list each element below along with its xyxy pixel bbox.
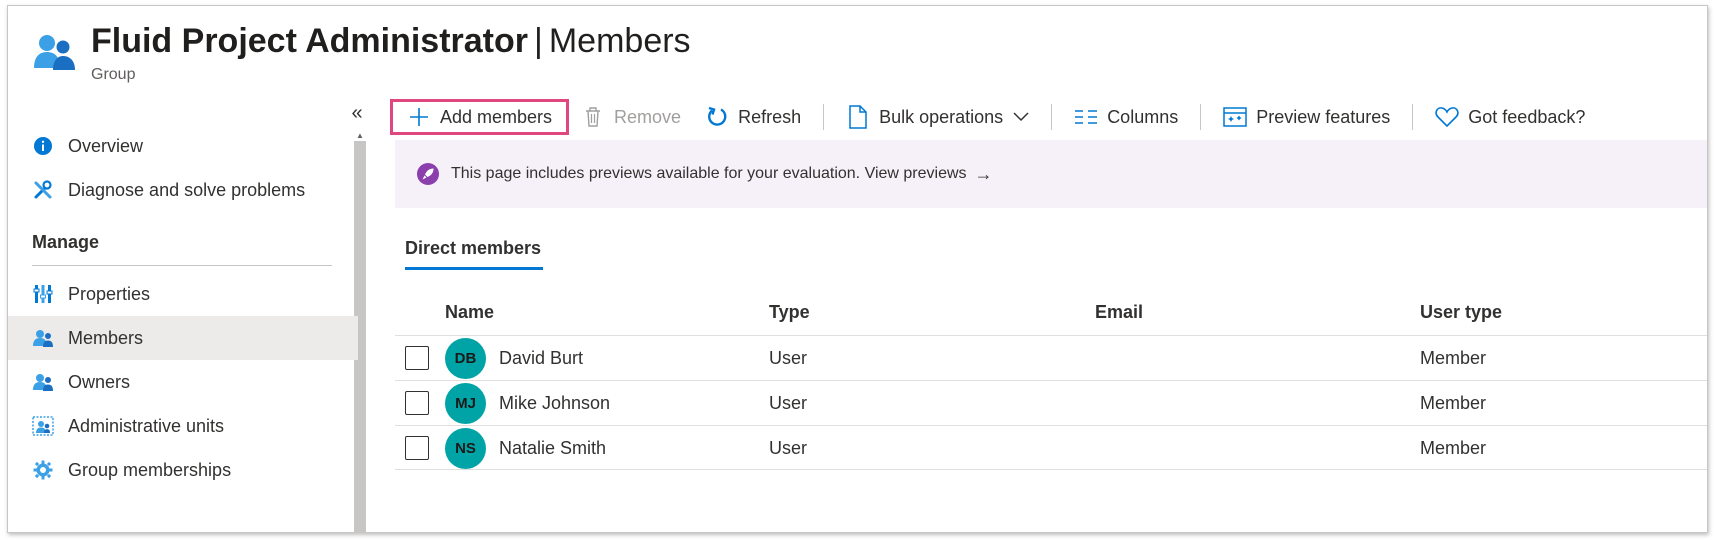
member-name[interactable]: David Burt: [499, 348, 583, 369]
member-user-type: Member: [1420, 438, 1487, 458]
sidebar-item-properties[interactable]: Properties: [8, 272, 358, 316]
tab-direct-members[interactable]: Direct members: [405, 238, 541, 259]
sidebar-item-label: Properties: [68, 283, 151, 304]
sidebar-item-label: Administrative units: [68, 415, 225, 436]
preview-banner: This page includes previews available fo…: [395, 140, 1707, 208]
sidebar-item-label: Members: [68, 327, 144, 348]
arrow-right-icon[interactable]: →: [975, 164, 993, 185]
page-header: Fluid Project Administrator | Members Grou…: [8, 6, 1707, 98]
preview-features-label: Preview features: [1256, 106, 1391, 127]
toolbar-divider: [823, 104, 825, 130]
document-icon: [846, 105, 870, 129]
column-header-user-type[interactable]: User type: [1420, 302, 1502, 323]
table-row[interactable]: DB David Burt User Member: [395, 335, 1707, 380]
collapse-sidebar-button[interactable]: «: [345, 102, 369, 126]
sidebar: Overview Diagnose and solve problems Man…: [8, 131, 358, 532]
table-row[interactable]: NS Natalie Smith User Member: [395, 425, 1707, 470]
preview-features-button[interactable]: Preview features: [1211, 100, 1402, 134]
section-divider: [32, 265, 332, 266]
column-header-email[interactable]: Email: [1095, 302, 1143, 323]
feedback-button[interactable]: Got feedback?: [1423, 100, 1597, 134]
add-members-label: Add members: [440, 106, 553, 127]
sidebar-item-label: Owners: [68, 371, 131, 392]
toolbar-divider: [1200, 104, 1202, 130]
avatar: DB: [445, 338, 486, 379]
remove-label: Remove: [614, 106, 682, 127]
sidebar-section-manage: Manage: [32, 232, 100, 252]
sidebar-item-overview[interactable]: Overview: [8, 124, 358, 168]
bulk-operations-button[interactable]: Bulk operations: [834, 100, 1041, 134]
member-user-type: Member: [1420, 348, 1487, 368]
member-user-type: Member: [1420, 393, 1487, 413]
row-checkbox[interactable]: [405, 436, 429, 460]
group-users-icon: [34, 35, 75, 70]
columns-button[interactable]: Columns: [1062, 100, 1190, 134]
rocket-icon: [417, 163, 439, 185]
sidebar-item-label: Diagnose and solve problems: [68, 179, 306, 200]
sidebar-item-owners[interactable]: Owners: [8, 360, 358, 404]
sidebar-item-diagnose[interactable]: Diagnose and solve problems: [8, 168, 358, 212]
portal-frame: Fluid Project Administrator | Members Grou…: [7, 5, 1708, 533]
gear-icon: [32, 459, 54, 481]
sidebar-item-label: Overview: [68, 135, 144, 156]
plus-icon: [407, 105, 431, 129]
chevron-down-icon: [1013, 112, 1029, 122]
member-name[interactable]: Mike Johnson: [499, 393, 610, 414]
sidebar-item-group-memberships[interactable]: Group memberships: [8, 448, 358, 492]
add-members-button[interactable]: Add members: [390, 99, 570, 135]
command-bar: Add members Remove Refresh Bulk operatio…: [390, 96, 1707, 138]
page-subtitle: Group: [91, 66, 136, 83]
member-type: User: [769, 393, 808, 413]
sidebar-item-label: Group memberships: [68, 459, 232, 480]
remove-button[interactable]: Remove: [569, 100, 693, 134]
column-header-name[interactable]: Name: [445, 302, 494, 323]
refresh-icon: [705, 105, 729, 129]
toolbar-divider: [1051, 104, 1053, 130]
column-header-type[interactable]: Type: [769, 302, 810, 323]
member-type: User: [769, 438, 808, 458]
columns-icon: [1074, 105, 1098, 129]
member-name[interactable]: Natalie Smith: [499, 438, 606, 459]
row-checkbox[interactable]: [405, 346, 429, 370]
avatar: MJ: [445, 383, 486, 424]
sidebar-item-members[interactable]: Members: [8, 316, 358, 360]
page-title-separator: |: [534, 22, 543, 60]
refresh-button[interactable]: Refresh: [693, 100, 813, 134]
properties-icon: [32, 283, 54, 305]
refresh-label: Refresh: [738, 106, 802, 127]
row-checkbox[interactable]: [405, 391, 429, 415]
preview-banner-text[interactable]: This page includes previews available fo…: [451, 165, 967, 183]
page-title-entity: Fluid Project Administrator: [91, 22, 529, 60]
feedback-label: Got feedback?: [1468, 106, 1586, 127]
page-title-section: Members: [548, 22, 691, 60]
info-icon: [32, 135, 54, 157]
preview-features-icon: [1223, 105, 1247, 129]
active-tab-indicator: [405, 267, 543, 270]
members-icon: [32, 327, 54, 349]
page-title: Fluid Project Administrator | Members: [91, 20, 691, 62]
columns-label: Columns: [1107, 106, 1179, 127]
avatar: NS: [445, 428, 486, 469]
member-type: User: [769, 348, 808, 368]
trash-icon: [581, 105, 605, 129]
bulk-operations-label: Bulk operations: [879, 106, 1004, 127]
table-row[interactable]: MJ Mike Johnson User Member: [395, 380, 1707, 425]
heart-icon: [1435, 105, 1459, 129]
sidebar-item-administrative-units[interactable]: Administrative units: [8, 404, 358, 448]
toolbar-divider: [1412, 104, 1414, 130]
admin-units-icon: [32, 415, 54, 437]
wrench-icon: [32, 179, 54, 201]
owners-icon: [32, 371, 54, 393]
